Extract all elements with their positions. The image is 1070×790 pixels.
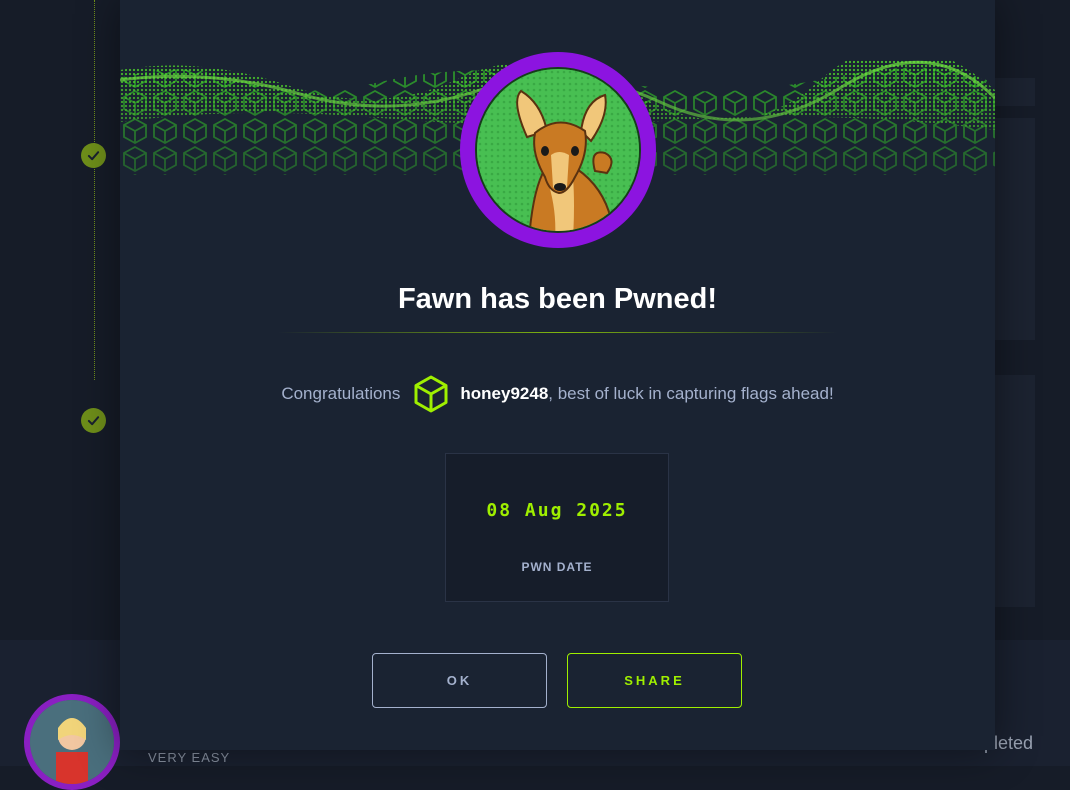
- username[interactable]: honey9248: [460, 384, 548, 404]
- background-machine-avatar: [24, 694, 120, 790]
- pwn-date-label: PWN DATE: [521, 560, 593, 574]
- congrats-suffix: , best of luck in capturing flags ahead!: [548, 384, 834, 403]
- background-panel: [995, 78, 1035, 106]
- difficulty-label: VERY EASY: [148, 750, 231, 765]
- share-button[interactable]: SHARE: [567, 653, 742, 708]
- congrats-message: Congratulations honey9248 , best of luck…: [120, 372, 995, 416]
- cube-icon: [412, 374, 450, 414]
- background-panel: [995, 118, 1035, 340]
- ok-button[interactable]: OK: [372, 653, 547, 708]
- pwn-date-card: 08 Aug 2025 PWN DATE: [445, 453, 669, 602]
- progress-timeline: [94, 0, 95, 380]
- background-panel: [995, 375, 1035, 607]
- pwned-modal: Fawn has been Pwned! Congratulations hon…: [120, 0, 995, 750]
- task-complete-check-icon: [81, 143, 106, 168]
- task-complete-check-icon: [81, 408, 106, 433]
- modal-title: Fawn has been Pwned!: [397, 283, 718, 315]
- title-divider: [278, 332, 838, 333]
- machine-avatar: [460, 52, 656, 248]
- pwn-date-value: 08 Aug 2025: [486, 500, 628, 521]
- congrats-prefix: Congratulations: [281, 384, 401, 403]
- fawn-deer-avatar: [475, 67, 641, 233]
